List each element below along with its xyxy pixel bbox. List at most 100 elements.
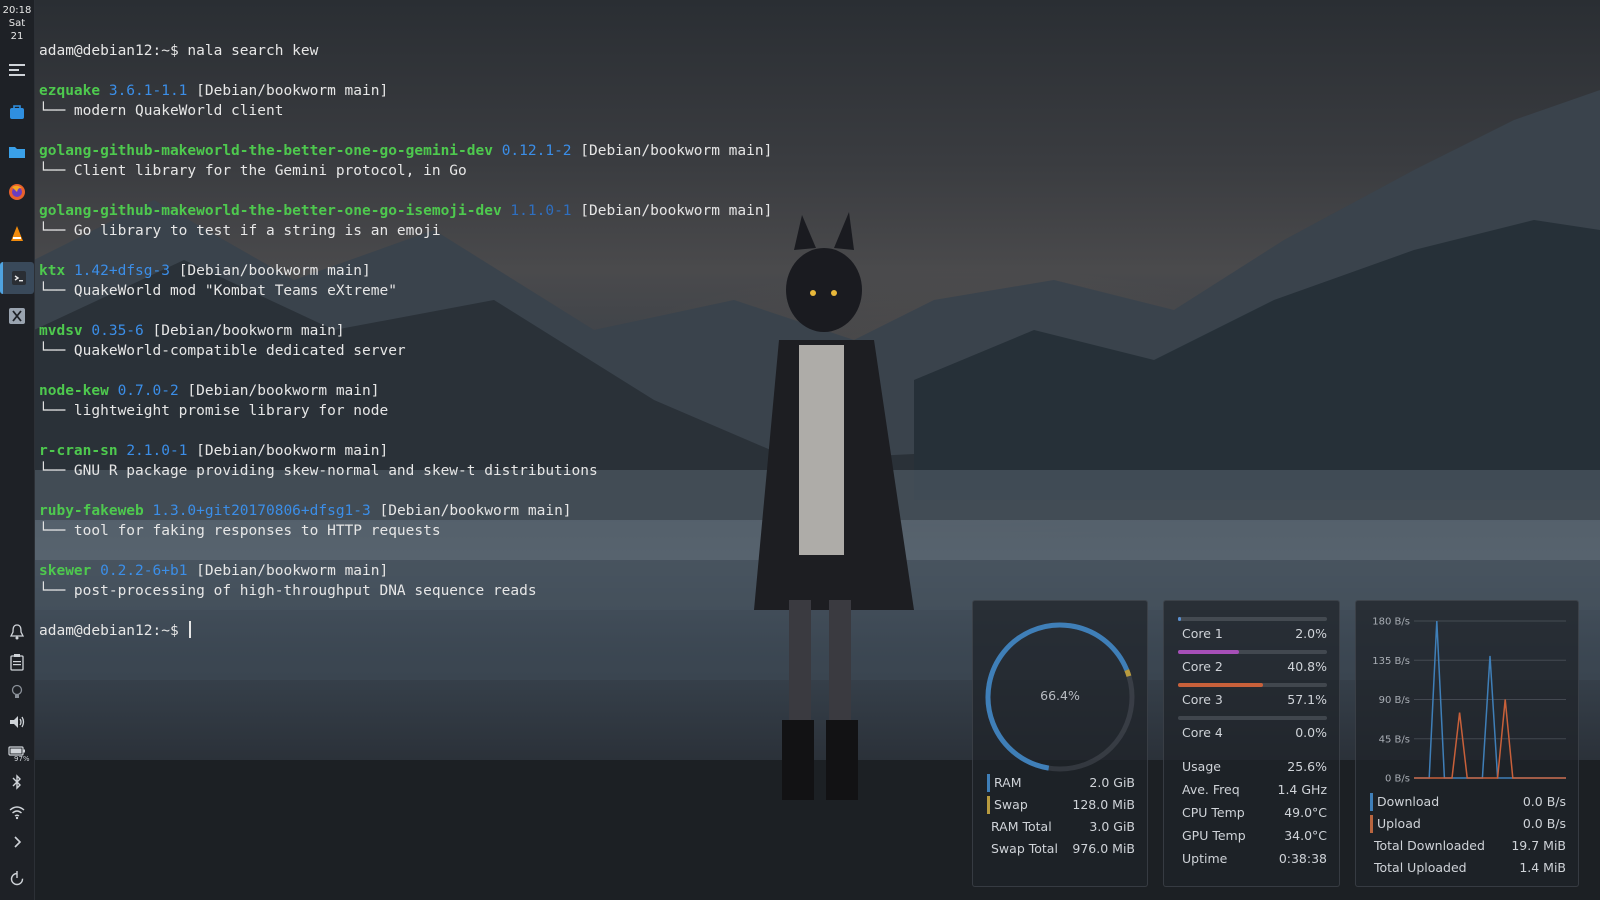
network-value: 19.7 MiB <box>1511 838 1566 853</box>
core-row: Core 3 57.1% <box>1178 691 1327 709</box>
wifi-icon[interactable] <box>5 800 29 824</box>
volume-icon[interactable] <box>5 710 29 734</box>
package-desc: QuakeWorld mod "Kombat Teams eXtreme" <box>73 283 397 299</box>
text-cursor <box>189 621 192 638</box>
memory-key: RAM <box>987 774 1022 792</box>
cpu-stat-value: 0:38:38 <box>1278 851 1327 866</box>
y-tick-label: 90 B/s <box>1379 695 1410 706</box>
package-line: ktx 1.42+dfsg-3 [Debian/bookworm main] <box>39 261 939 281</box>
core-bar <box>1178 617 1327 621</box>
power-icon[interactable] <box>5 866 29 890</box>
battery-label: 97% <box>14 755 30 763</box>
package-repo: [Debian/bookworm main] <box>580 203 773 219</box>
package-desc-line: └── Client library for the Gemini protoc… <box>39 161 939 181</box>
package-version: 3.6.1-1.1 <box>108 83 188 99</box>
cpu-stat-row: Usage 25.6% <box>1178 758 1327 776</box>
command: nala search kew <box>187 43 319 59</box>
package-version: 0.2.2-6+b1 <box>100 563 188 579</box>
core-label: Core 4 <box>1182 725 1223 740</box>
folder-icon[interactable] <box>5 140 29 164</box>
memory-value: 2.0 GiB <box>1089 775 1135 790</box>
tree-prefix: └── <box>39 223 74 239</box>
package-repo: [Debian/bookworm main] <box>580 143 773 159</box>
package-name: ktx <box>39 263 66 279</box>
prompt: adam@debian12:~$ <box>39 43 179 59</box>
core-bar-fill <box>1178 683 1264 687</box>
cpu-stat-row: GPU Temp 34.0°C <box>1178 827 1327 845</box>
bluetooth-icon[interactable] <box>5 770 29 794</box>
network-widget: 180 B/s 135 B/s 90 B/s 45 B/s 0 B/s Download… <box>1355 600 1579 887</box>
package-name: node-kew <box>39 383 109 399</box>
cpu-stat-key: GPU Temp <box>1182 828 1246 843</box>
package-version: 2.1.0-1 <box>126 443 188 459</box>
package-name: ruby-fakeweb <box>39 503 144 519</box>
clock[interactable]: 20:18 Sat 21 <box>0 4 34 43</box>
tree-prefix: └── <box>39 163 74 179</box>
menu-icon[interactable] <box>5 58 29 82</box>
lightbulb-icon[interactable] <box>5 680 29 704</box>
package-line: ezquake 3.6.1-1.1 [Debian/bookworm main] <box>39 81 939 101</box>
terminal-icon[interactable] <box>0 262 34 294</box>
core-value: 2.0% <box>1295 626 1327 641</box>
memory-row: RAM 2.0 GiB <box>987 774 1135 792</box>
store-icon[interactable] <box>5 100 29 124</box>
clipboard-icon[interactable] <box>5 650 29 674</box>
core-label: Core 2 <box>1182 659 1223 674</box>
clock-date: 21 <box>10 31 24 42</box>
tree-prefix: └── <box>39 583 74 599</box>
package-repo: [Debian/bookworm main] <box>152 323 345 339</box>
package-version: 1.3.0+git20170806+dfsg1-3 <box>152 503 371 519</box>
core-bar <box>1178 716 1327 720</box>
firefox-icon[interactable] <box>5 180 29 204</box>
vlc-icon[interactable] <box>5 222 29 246</box>
tree-prefix: └── <box>39 343 74 359</box>
package-desc: tool for faking responses to HTTP reques… <box>73 523 441 539</box>
memory-key: RAM Total <box>991 819 1052 834</box>
package-desc: modern QuakeWorld client <box>73 103 284 119</box>
x-icon[interactable] <box>5 304 29 328</box>
clock-day: Sat <box>8 18 26 29</box>
sidebar: 20:18 Sat 21 97% <box>0 0 35 900</box>
network-value: 0.0 B/s <box>1522 794 1566 809</box>
package-name: skewer <box>39 563 92 579</box>
package-desc-line: └── lightweight promise library for node <box>39 401 939 421</box>
package-version: 1.42+dfsg-3 <box>73 263 170 279</box>
network-key: Upload <box>1370 815 1421 833</box>
cpu-stat-key: CPU Temp <box>1182 805 1245 820</box>
package-version: 1.1.0-1 <box>510 203 572 219</box>
cpu-stat-value: 1.4 GHz <box>1277 782 1328 797</box>
package-name: ezquake <box>39 83 101 99</box>
core-bar-fill <box>1178 650 1239 654</box>
chevron-right-icon[interactable] <box>5 830 29 854</box>
cpu-stat-key: Ave. Freq <box>1182 782 1240 797</box>
core-bar <box>1178 650 1327 654</box>
network-key: Total Downloaded <box>1374 838 1485 853</box>
package-line: golang-github-makeworld-the-better-one-g… <box>39 141 939 161</box>
cpu-stat-value: 34.0°C <box>1284 828 1327 843</box>
core-label: Core 3 <box>1182 692 1223 707</box>
package-desc-line: └── tool for faking responses to HTTP re… <box>39 521 939 541</box>
package-line: node-kew 0.7.0-2 [Debian/bookworm main] <box>39 381 939 401</box>
tree-prefix: └── <box>39 103 74 119</box>
package-repo: [Debian/bookworm main] <box>379 503 572 519</box>
y-tick-label: 45 B/s <box>1379 734 1410 745</box>
tree-prefix: └── <box>39 523 74 539</box>
memory-value: 976.0 MiB <box>1072 841 1135 856</box>
notification-icon[interactable] <box>5 620 29 644</box>
cpu-stat-row: CPU Temp 49.0°C <box>1178 804 1327 822</box>
package-name: golang-github-makeworld-the-better-one-g… <box>39 143 493 159</box>
package-desc-line: └── QuakeWorld-compatible dedicated serv… <box>39 341 939 361</box>
core-bar-fill <box>1178 617 1181 621</box>
cpu-widget: Core 1 2.0% Core 2 40.8% Core 3 57.1% Core 4 0.… <box>1163 600 1340 887</box>
memory-row: RAM Total 3.0 GiB <box>987 818 1135 836</box>
package-desc: post-processing of high-throughput DNA s… <box>73 583 537 599</box>
core-value: 0.0% <box>1295 725 1327 740</box>
memory-gauge-label: 66.4% <box>1040 688 1080 703</box>
terminal-output[interactable]: adam@debian12:~$ nala search kew ezquake… <box>39 1 939 641</box>
